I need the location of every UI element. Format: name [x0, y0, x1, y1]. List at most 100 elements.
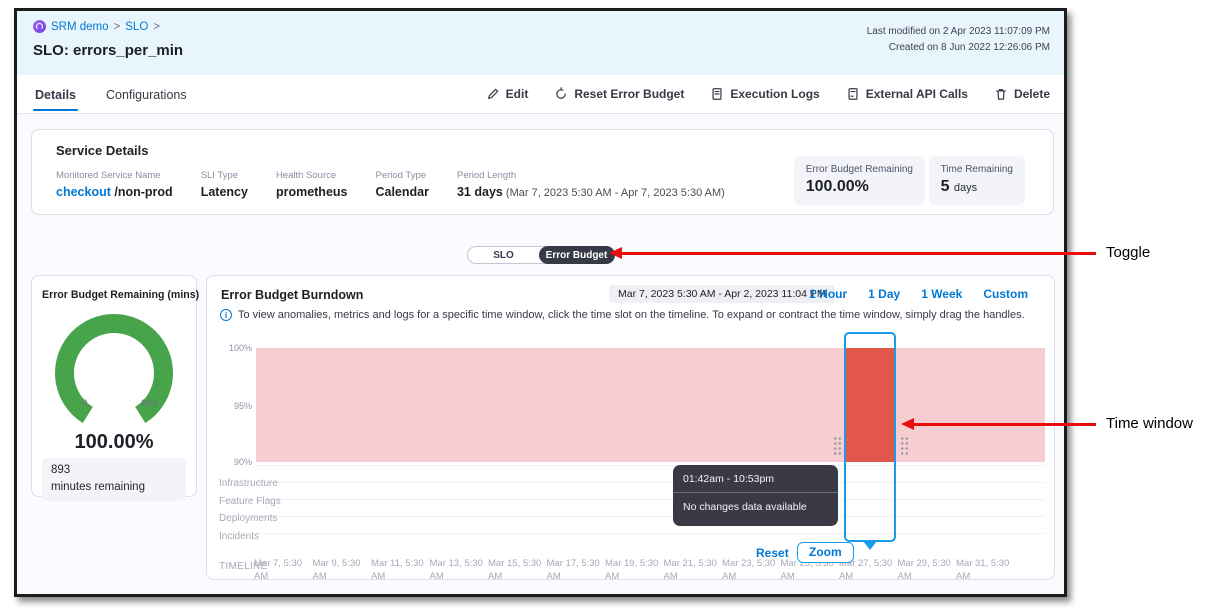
- timestamps: Last modified on 2 Apr 2023 11:07:09 PM …: [867, 24, 1050, 55]
- gauge-min: 0: [82, 398, 87, 409]
- service-details-card: Service Details Monitored Service Name c…: [31, 129, 1054, 215]
- breadcrumb-slo[interactable]: SLO: [125, 21, 148, 33]
- execution-logs-button[interactable]: Execution Logs: [710, 87, 819, 101]
- document-api-icon: [846, 87, 860, 101]
- tick-mar-29: Mar 29, 5:30AM: [898, 558, 957, 584]
- time-remaining-value: 5: [941, 178, 950, 195]
- tick-mar-11: Mar 11, 5:30AM: [371, 558, 430, 584]
- annotation-toggle: Toggle: [1106, 244, 1150, 261]
- minutes-remaining-box: 893 minutes remaining: [42, 458, 186, 501]
- gauge-percent: 100.00%: [32, 431, 196, 454]
- tick-mar-19: Mar 19, 5:30AM: [605, 558, 664, 584]
- external-api-calls-button[interactable]: External API Calls: [846, 87, 968, 101]
- lane-incidents: Incidents: [219, 531, 259, 542]
- minutes-remaining-label: minutes remaining: [51, 479, 177, 496]
- breadcrumb-separator: >: [153, 21, 160, 33]
- range-1-hour[interactable]: 1 Hour: [809, 287, 847, 301]
- tick-mar-9: Mar 9, 5:30AM: [313, 558, 372, 584]
- tick-mar-31: Mar 31, 5:30AM: [956, 558, 1015, 584]
- reset-zoom-link[interactable]: Reset: [756, 546, 789, 560]
- breadcrumb-separator: >: [114, 21, 121, 33]
- gauge-title: Error Budget Remaining (mins): [42, 289, 199, 301]
- time-range-links: 1 Hour 1 Day 1 Week Custom: [809, 287, 1028, 301]
- breadcrumb-app[interactable]: SRM demo: [51, 21, 109, 33]
- annotation-time-window: Time window: [1106, 415, 1193, 432]
- document-icon: [710, 87, 724, 101]
- environment-suffix: /non-prod: [111, 185, 173, 199]
- edit-label: Edit: [506, 87, 529, 101]
- slo-errorbudget-toggle: SLO Error Budget: [467, 246, 615, 264]
- last-modified: Last modified on 2 Apr 2023 11:07:09 PM: [867, 24, 1050, 40]
- tick-mar-13: Mar 13, 5:30AM: [430, 558, 489, 584]
- field-period-length: Period Length 31 days (Mar 7, 2023 5:30 …: [457, 170, 725, 199]
- edit-button[interactable]: Edit: [486, 87, 529, 101]
- delete-label: Delete: [1014, 87, 1050, 101]
- delete-button[interactable]: Delete: [994, 87, 1050, 101]
- service-details-title: Service Details: [56, 143, 149, 158]
- breadcrumb: SRM demo > SLO >: [33, 20, 160, 33]
- tick-mar-7: Mar 7, 5:30AM: [254, 558, 313, 584]
- content-area: Service Details Monitored Service Name c…: [17, 114, 1064, 594]
- error-budget-gauge-card: Error Budget Remaining (mins) 0 893 100.…: [31, 275, 197, 497]
- tab-toolbar-row: Details Configurations Edit Reset Error …: [17, 75, 1064, 114]
- tab-configurations[interactable]: Configurations: [104, 77, 189, 111]
- info-icon: i: [220, 309, 232, 321]
- time-remaining-unit: days: [954, 182, 977, 194]
- info-banner: i To view anomalies, metrics and logs fo…: [220, 309, 1025, 321]
- page-header: SRM demo > SLO > SLO: errors_per_min Las…: [17, 11, 1064, 75]
- period-length-range: (Mar 7, 2023 5:30 AM - Apr 7, 2023 5:30 …: [503, 187, 725, 199]
- period-length-value: 31 days: [457, 185, 503, 199]
- date-range-chip[interactable]: Mar 7, 2023 5:30 AM - Apr 2, 2023 11:04 …: [609, 285, 835, 303]
- timeline-ticks: Mar 7, 5:30AM Mar 9, 5:30AM Mar 11, 5:30…: [254, 558, 1015, 584]
- reset-error-budget-button[interactable]: Reset Error Budget: [554, 87, 684, 101]
- y-tick-90: 90%: [207, 457, 252, 467]
- lane-infrastructure: Infrastructure: [219, 478, 278, 489]
- field-period-type: Period Type Calendar: [375, 170, 429, 199]
- external-api-calls-label: External API Calls: [866, 87, 968, 101]
- window-left-drag-handle[interactable]: [833, 436, 842, 455]
- toggle-arrow-line: [620, 252, 1096, 255]
- minutes-remaining-value: 893: [51, 462, 177, 479]
- tooltip-time-range: 01:42am - 10:53pm: [673, 465, 838, 492]
- selected-window-fill: [846, 348, 894, 462]
- y-tick-95: 95%: [207, 401, 252, 411]
- tab-details[interactable]: Details: [33, 77, 78, 111]
- page: SRM demo > SLO > SLO: errors_per_min Las…: [0, 0, 1224, 616]
- monitored-service-link[interactable]: checkout: [56, 185, 111, 199]
- window-bottom-marker: [863, 541, 877, 550]
- lane-deployments: Deployments: [219, 513, 277, 524]
- tick-mar-21: Mar 21, 5:30AM: [664, 558, 723, 584]
- screenshot-frame: SRM demo > SLO > SLO: errors_per_min Las…: [14, 8, 1067, 597]
- created-on: Created on 8 Jun 2022 12:26:06 PM: [867, 40, 1050, 56]
- time-window-selection[interactable]: [844, 332, 896, 542]
- field-sli-type: SLI Type Latency: [201, 170, 248, 199]
- burndown-title: Error Budget Burndown: [221, 288, 363, 302]
- reset-circular-arrow-icon: [554, 87, 568, 101]
- execution-logs-label: Execution Logs: [730, 87, 819, 101]
- toggle-slo-option[interactable]: SLO: [468, 247, 540, 263]
- page-title: SLO: errors_per_min: [33, 42, 183, 59]
- tooltip-message: No changes data available: [673, 493, 838, 526]
- lane-feature-flags: Feature Flags: [219, 496, 281, 507]
- range-1-week[interactable]: 1 Week: [921, 287, 962, 301]
- field-health-source: Health Source prometheus: [276, 170, 348, 199]
- time-remaining-box: Time Remaining 5 days: [929, 156, 1025, 205]
- range-1-day[interactable]: 1 Day: [868, 287, 900, 301]
- field-monitored-service: Monitored Service Name checkout /non-pro…: [56, 170, 173, 199]
- error-band[interactable]: [256, 348, 1045, 462]
- error-budget-donut-gauge: 0 893: [55, 314, 173, 432]
- range-custom[interactable]: Custom: [983, 287, 1028, 301]
- window-right-drag-handle[interactable]: [900, 436, 909, 455]
- error-budget-burndown-card: Error Budget Burndown Mar 7, 2023 5:30 A…: [206, 275, 1055, 580]
- zoom-button[interactable]: Zoom: [797, 542, 854, 563]
- timeline-tooltip: 01:42am - 10:53pm No changes data availa…: [673, 465, 838, 526]
- srm-brand-icon: [33, 20, 46, 33]
- tick-mar-15: Mar 15, 5:30AM: [488, 558, 547, 584]
- pencil-icon: [486, 87, 500, 101]
- reset-error-budget-label: Reset Error Budget: [574, 87, 684, 101]
- gauge-max: 893: [141, 398, 157, 409]
- toggle-error-budget-option[interactable]: Error Budget: [539, 246, 615, 264]
- y-tick-100: 100%: [207, 343, 252, 353]
- info-text: To view anomalies, metrics and logs for …: [238, 309, 1025, 321]
- trash-icon: [994, 87, 1008, 101]
